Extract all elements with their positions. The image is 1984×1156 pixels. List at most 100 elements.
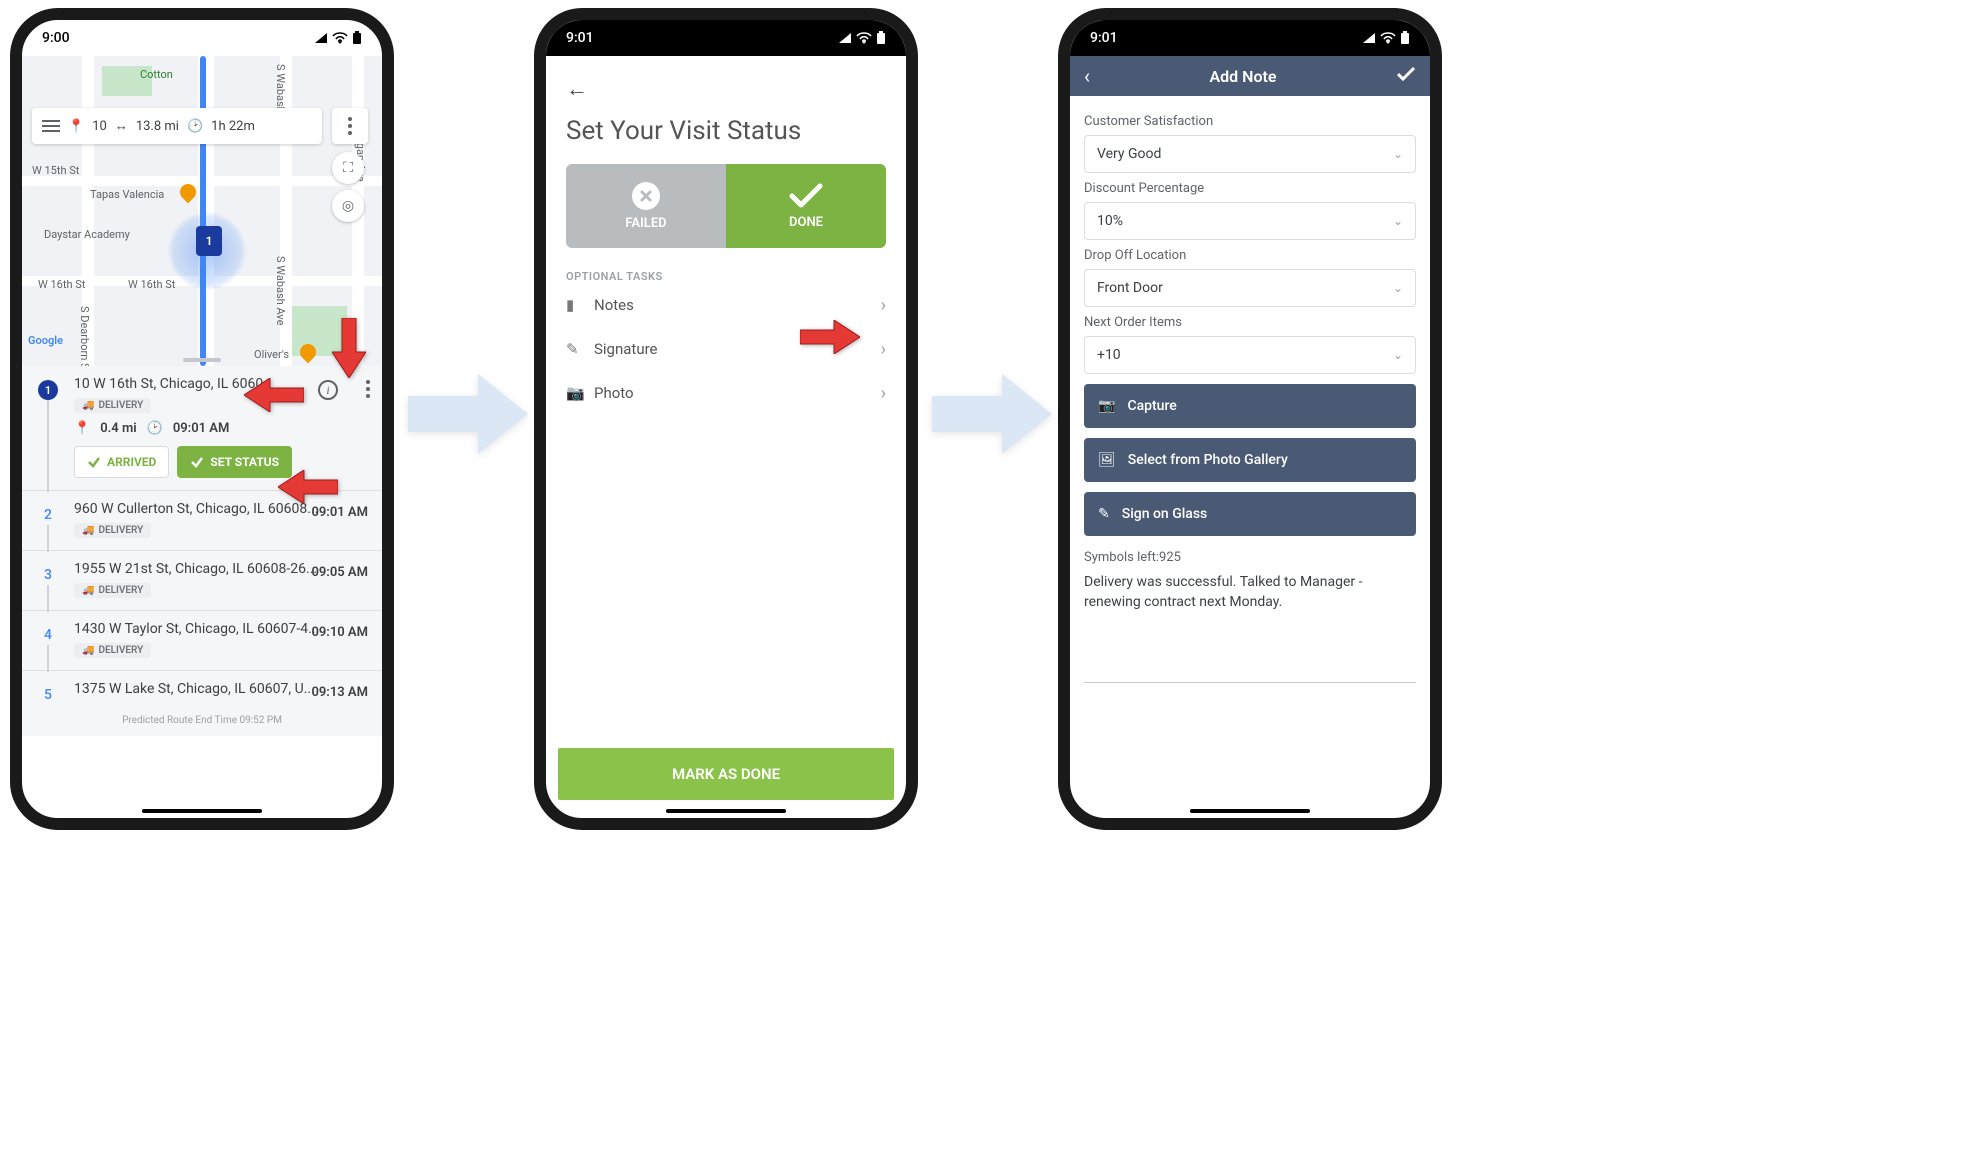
status-bar: 9:01 [1070, 20, 1430, 56]
flow-arrow [932, 370, 1052, 458]
mark-done-button[interactable]: MARK AS DONE [558, 748, 894, 800]
menu-icon[interactable] [42, 120, 60, 132]
stop-number: 2 [38, 505, 58, 525]
street-label: S Dearborn St [78, 306, 91, 366]
map-marker-1[interactable]: 1 [196, 226, 222, 256]
status-icons [838, 31, 886, 45]
photo-row[interactable]: 📷 Photo › [566, 371, 886, 415]
gallery-icon: 🖼 [1098, 452, 1116, 468]
map-attribution: Google [28, 334, 63, 347]
chevron-down-icon: ⌄ [1393, 348, 1403, 362]
capture-button[interactable]: 📷Capture [1084, 384, 1416, 428]
pen-icon: ✎ [1098, 506, 1110, 522]
status-icons [1362, 31, 1410, 45]
customer-satisfaction-select[interactable]: Very Good⌄ [1084, 135, 1416, 173]
poi-label: Cotton [140, 68, 173, 81]
swap-icon: ↔ [115, 118, 128, 134]
field-label: Customer Satisfaction [1084, 114, 1416, 129]
chevron-right-icon: › [881, 295, 886, 316]
x-icon [632, 182, 660, 210]
stops-list: 1 10 W 16th St, Chicago, IL 6060 i 🚚 DEL… [22, 366, 382, 736]
delivery-tag: 🚚 DELIVERY [74, 583, 151, 598]
camera-icon: 📷 [566, 384, 594, 402]
stop-number: 1 [38, 380, 58, 400]
home-indicator [1190, 809, 1310, 813]
delivery-tag: 🚚 DELIVERY [74, 398, 151, 413]
callout-arrow-left [244, 378, 304, 412]
stop-item[interactable]: 4 1430 W Taylor St, Chicago, IL 60607-4.… [22, 611, 382, 671]
map-overflow-button[interactable] [332, 108, 368, 144]
back-icon[interactable]: ← [566, 76, 886, 102]
flow-arrow [408, 370, 528, 458]
callout-arrow-right [800, 320, 860, 354]
text-underline [1084, 682, 1416, 683]
poi-label: Daystar Academy [44, 228, 130, 241]
set-status-button[interactable]: SET STATUS [177, 446, 292, 478]
note-icon: ▮ [566, 296, 594, 314]
next-order-select[interactable]: +10⌄ [1084, 336, 1416, 374]
discount-select[interactable]: 10%⌄ [1084, 202, 1416, 240]
status-done-button[interactable]: DONE [726, 164, 886, 248]
stop-number: 3 [38, 565, 58, 585]
clock-icon: 🕑 [147, 421, 163, 436]
stop-time: 09:13 AM [311, 685, 368, 700]
stop-item[interactable]: 5 1375 W Lake St, Chicago, IL 60607, U..… [22, 671, 382, 709]
check-icon [789, 183, 823, 209]
street-label: W 16th St [38, 278, 85, 291]
stop-time: 09:01 AM [311, 505, 368, 520]
clock-icon: 🕑 [187, 119, 203, 134]
street-label: S Wabash Ave [274, 256, 287, 325]
delivery-tag: 🚚 DELIVERY [74, 523, 151, 538]
char-counter: Symbols left:925 [1084, 550, 1416, 565]
page-title: Set Your Visit Status [566, 116, 886, 146]
field-label: Discount Percentage [1084, 181, 1416, 196]
pin-icon: 📍 [68, 119, 84, 134]
street-label: W 15th St [32, 164, 79, 177]
arrived-button[interactable]: ARRIVED [74, 446, 169, 478]
status-time: 9:01 [1090, 30, 1118, 46]
stop-number: 5 [38, 685, 58, 705]
header-title: Add Note [1090, 67, 1396, 86]
summary-stops: 10 [92, 119, 107, 134]
field-label: Next Order Items [1084, 315, 1416, 330]
phone-add-note: 9:01 ‹ Add Note Customer Satisfaction Ve… [1058, 8, 1442, 830]
callout-arrow-down [332, 318, 366, 378]
delivery-tag: 🚚 DELIVERY [74, 643, 151, 658]
route-summary-bar[interactable]: 📍 10 ↔ 13.8 mi 🕑 1h 22m [32, 108, 322, 144]
map-view[interactable]: 1 Tapas Valencia Daystar Academy Oliver'… [22, 56, 382, 366]
fullscreen-icon[interactable]: ⛶ [332, 152, 364, 184]
stop-number: 4 [38, 625, 58, 645]
stop-distance: 0.4 mi [100, 421, 136, 436]
status-icons [314, 31, 362, 45]
chevron-down-icon: ⌄ [1393, 281, 1403, 295]
poi-label: Tapas Valencia [90, 188, 164, 201]
street-label: W 16th St [128, 278, 175, 291]
gallery-button[interactable]: 🖼Select from Photo Gallery [1084, 438, 1416, 482]
stop-time: 09:10 AM [311, 625, 368, 640]
section-label: OPTIONAL TASKS [566, 270, 886, 283]
locate-me-icon[interactable]: ◎ [332, 190, 364, 222]
stop-item[interactable]: 3 1955 W 21st St, Chicago, IL 60608-26..… [22, 551, 382, 611]
callout-arrow-left [278, 470, 338, 504]
summary-distance: 13.8 mi [136, 119, 179, 134]
sign-button[interactable]: ✎Sign on Glass [1084, 492, 1416, 536]
stop-overflow-icon[interactable] [366, 380, 370, 398]
home-indicator [666, 809, 786, 813]
field-label: Drop Off Location [1084, 248, 1416, 263]
sheet-handle[interactable] [183, 358, 221, 362]
dropoff-select[interactable]: Front Door⌄ [1084, 269, 1416, 307]
status-bar: 9:01 [546, 20, 906, 56]
stop-eta: 09:01 AM [173, 421, 230, 436]
route-footer: Predicted Route End Time 09:52 PM [22, 709, 382, 736]
note-textarea[interactable]: Delivery was successful. Talked to Manag… [1084, 573, 1416, 612]
confirm-icon[interactable] [1396, 66, 1416, 86]
status-time: 9:01 [566, 30, 594, 46]
status-time: 9:00 [42, 30, 70, 46]
chevron-right-icon: › [881, 383, 886, 404]
info-icon[interactable]: i [318, 380, 338, 400]
header-bar: ‹ Add Note [1070, 56, 1430, 96]
chevron-right-icon: › [881, 339, 886, 360]
phone-visit-status: 9:01 ← Set Your Visit Status FAILED DONE… [534, 8, 918, 830]
status-failed-button[interactable]: FAILED [566, 164, 726, 248]
status-toggle: FAILED DONE [566, 164, 886, 248]
